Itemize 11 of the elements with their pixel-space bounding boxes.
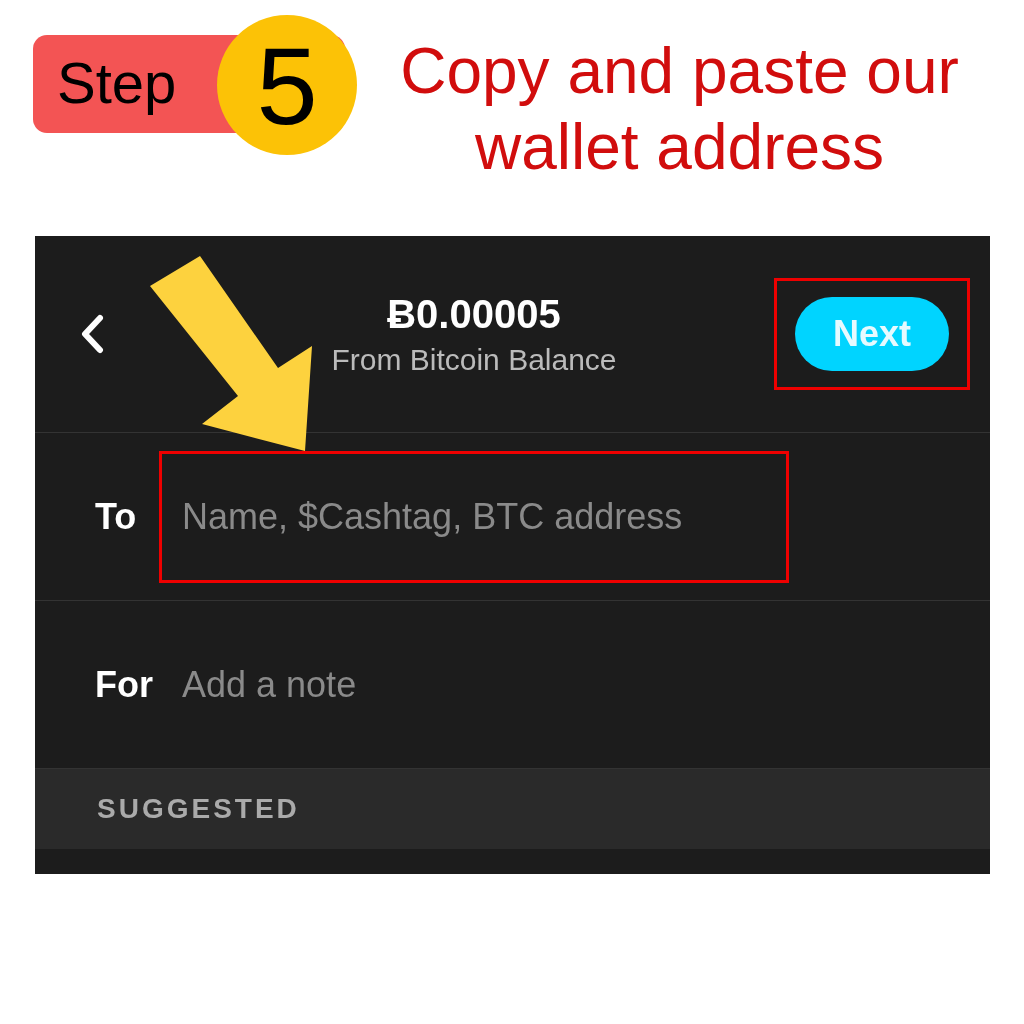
section-header: SUGGESTED: [97, 793, 300, 825]
headline: Copy and paste our wallet address: [399, 34, 960, 185]
source-text: From Bitcoin Balance: [331, 342, 617, 377]
back-icon[interactable]: [80, 314, 104, 354]
input-field[interactable]: Name, $Cashtag, BTC address: [159, 450, 789, 583]
step-label: Step: [57, 49, 177, 116]
step-number: 5: [217, 15, 357, 155]
field-label: For: [95, 663, 154, 706]
amount-text: Ƀ0.00005: [387, 291, 561, 337]
input-field[interactable]: Add a note: [159, 618, 789, 751]
field-label: To: [95, 495, 138, 538]
